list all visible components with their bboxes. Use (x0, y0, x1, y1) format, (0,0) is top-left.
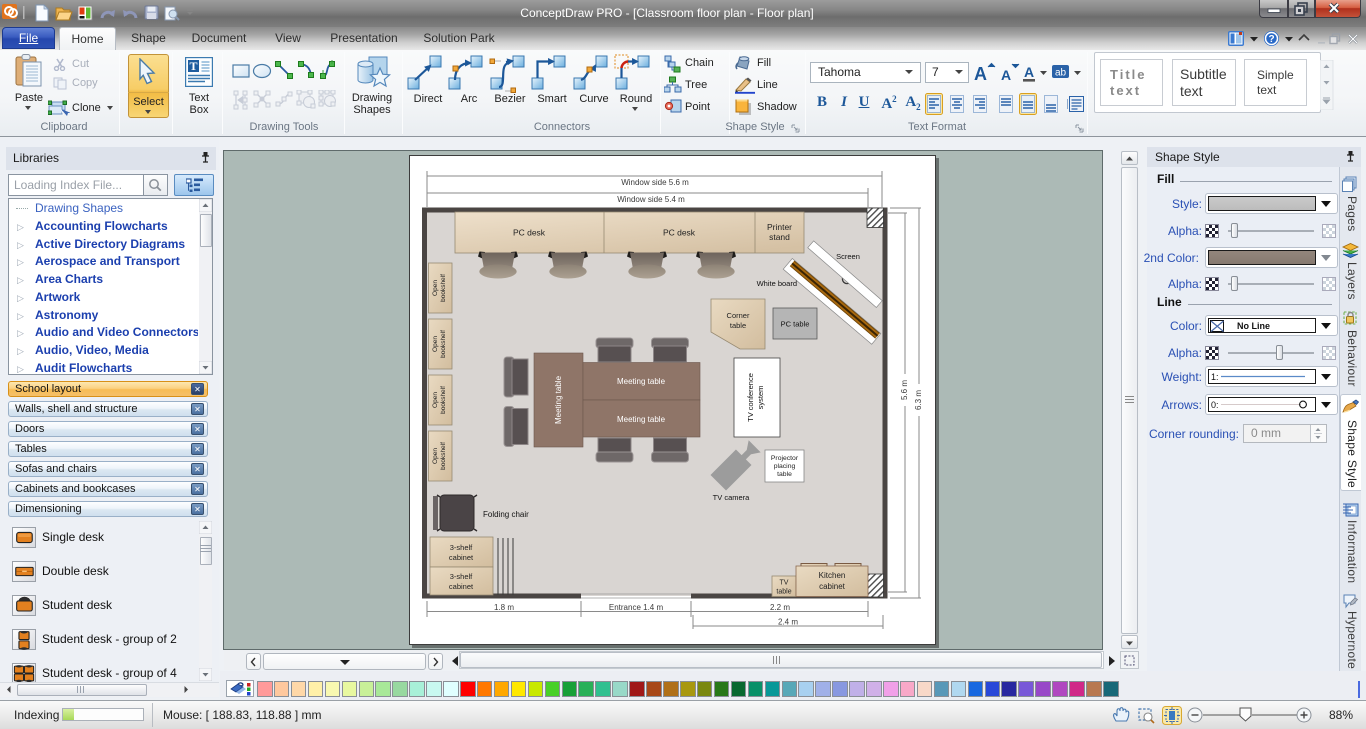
svg-text:bookshelf: bookshelf (440, 330, 447, 358)
svg-text:table: table (777, 471, 792, 478)
svg-text:TV conference: TV conference (746, 373, 755, 422)
svg-text:White board: White board (757, 279, 797, 288)
svg-text:Open: Open (432, 336, 439, 352)
svg-text:Open: Open (432, 392, 439, 408)
svg-text:PC table: PC table (781, 320, 810, 329)
svg-text:ab: ab (1055, 68, 1067, 79)
svg-text:PC desk: PC desk (513, 228, 546, 238)
svg-text:table: table (730, 321, 746, 330)
svg-text:Printer: Printer (767, 222, 792, 232)
svg-text:Meeting table: Meeting table (617, 377, 666, 386)
svg-text:2.2 m: 2.2 m (770, 603, 790, 612)
svg-text:placing: placing (774, 463, 796, 470)
svg-text:Projector: Projector (771, 455, 799, 462)
svg-text:A: A (1001, 67, 1011, 83)
svg-text:cabinet: cabinet (449, 553, 474, 562)
svg-text:2.4 m: 2.4 m (778, 618, 798, 627)
svg-text:?: ? (1268, 34, 1274, 45)
svg-text:Folding chair: Folding chair (483, 510, 529, 519)
svg-text:Entrance 1.4 m: Entrance 1.4 m (609, 603, 664, 612)
svg-text:system: system (756, 386, 765, 410)
svg-text:Open: Open (432, 280, 439, 296)
svg-text:bookshelf: bookshelf (440, 442, 447, 470)
svg-text:Meeting table: Meeting table (617, 415, 666, 424)
svg-text:T: T (189, 59, 197, 73)
svg-text:88%: 88% (1329, 708, 1353, 722)
svg-text:A: A (974, 64, 987, 84)
svg-text:5.6 m: 5.6 m (900, 380, 909, 400)
svg-text:bookshelf: bookshelf (440, 386, 447, 414)
svg-text:Window side 5.4 m: Window side 5.4 m (617, 195, 685, 204)
svg-text:Window side 5.6 m: Window side 5.6 m (621, 178, 689, 187)
svg-text:TV camera: TV camera (713, 493, 751, 502)
svg-text:Open: Open (432, 448, 439, 464)
svg-text:1.8 m: 1.8 m (494, 603, 514, 612)
svg-text:PC desk: PC desk (663, 228, 696, 238)
svg-text:Corner: Corner (727, 311, 750, 320)
svg-text:cabinet: cabinet (819, 582, 846, 591)
svg-text:TV: TV (780, 580, 789, 587)
svg-text:stand: stand (769, 232, 790, 242)
svg-text:bookshelf: bookshelf (440, 274, 447, 302)
svg-text:3-shelf: 3-shelf (450, 543, 473, 552)
svg-text:6.3 m: 6.3 m (914, 390, 923, 410)
svg-text:3-shelf: 3-shelf (450, 572, 473, 581)
svg-text:Screen: Screen (836, 252, 860, 261)
svg-text:Meeting table: Meeting table (554, 375, 563, 424)
svg-text:Kitchen: Kitchen (819, 571, 846, 580)
svg-text:cabinet: cabinet (449, 582, 474, 591)
svg-text:A: A (1024, 64, 1034, 80)
svg-text:table: table (776, 589, 791, 596)
